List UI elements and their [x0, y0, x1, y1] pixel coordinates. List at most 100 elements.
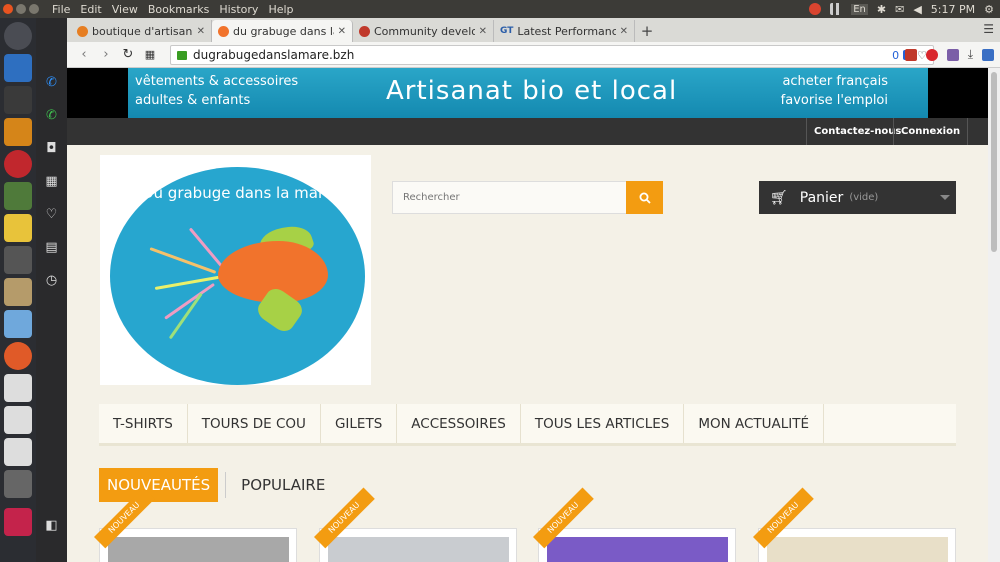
network-icon[interactable]: [830, 3, 843, 15]
files-icon[interactable]: [4, 278, 32, 306]
menu-help[interactable]: Help: [268, 3, 293, 16]
ubuntu-dash-icon[interactable]: [4, 22, 32, 50]
product-card[interactable]: NOUVEAU: [94, 487, 297, 562]
calculator-icon[interactable]: [4, 246, 32, 274]
banner-title: Artisanat bio et local: [386, 76, 678, 106]
sublime-text-icon[interactable]: [4, 118, 32, 146]
scrollbar-thumb[interactable]: [991, 72, 997, 252]
tab-populaire[interactable]: POPULAIRE: [233, 468, 333, 502]
site-favicon-icon: [77, 25, 88, 37]
minimize-window-icon[interactable]: [16, 4, 26, 14]
whatsapp-icon[interactable]: ✆: [36, 99, 67, 132]
menu-file[interactable]: File: [52, 3, 70, 16]
menu-view[interactable]: View: [112, 3, 138, 16]
camera-icon[interactable]: ◘: [36, 132, 67, 165]
reload-icon[interactable]: ↻: [117, 47, 139, 62]
menu-tous-les-articles[interactable]: TOUS LES ARTICLES: [521, 404, 685, 443]
logo-decoration: [164, 282, 216, 320]
power-gear-icon[interactable]: ⚙: [984, 3, 994, 16]
shop-logo[interactable]: Du grabuge dans la mare: [100, 155, 371, 385]
close-tab-icon[interactable]: ✕: [620, 26, 628, 37]
lock-icon: [177, 50, 187, 60]
forward-icon[interactable]: ›: [95, 47, 117, 62]
menu-history[interactable]: History: [219, 3, 258, 16]
extension-icon[interactable]: [946, 48, 959, 61]
tab-nouveautes[interactable]: NOUVEAUTÉS: [99, 468, 219, 502]
phone-icon[interactable]: [4, 470, 32, 498]
url-text[interactable]: dugrabugedanslamare.bzh: [193, 48, 892, 62]
pidgin-icon[interactable]: [4, 214, 32, 242]
header-banner[interactable]: vêtements & accessoires adultes & enfant…: [67, 68, 988, 118]
tab-title: du grabuge dans la m: [233, 24, 334, 38]
page-scrollbar[interactable]: [988, 68, 1000, 562]
document-icon[interactable]: [4, 438, 32, 466]
system-monitor-icon[interactable]: [4, 182, 32, 210]
maximize-window-icon[interactable]: [29, 4, 39, 14]
history-clock-icon[interactable]: ◷: [36, 264, 67, 297]
product-card[interactable]: NOUVEAU: [533, 487, 736, 562]
sidebar-toggle-icon[interactable]: ◧: [36, 509, 67, 542]
menu-edit[interactable]: Edit: [80, 3, 101, 16]
product-card[interactable]: NOUVEAU: [314, 487, 517, 562]
menu-mon-actualite[interactable]: MON ACTUALITÉ: [684, 404, 825, 443]
adblock-plus-icon[interactable]: [925, 48, 938, 61]
launcher: [0, 18, 36, 562]
keyboard-layout-indicator[interactable]: En: [851, 3, 868, 15]
new-tab-button[interactable]: +: [635, 20, 659, 42]
search-icon: [639, 192, 651, 204]
bluetooth-icon[interactable]: ✱: [877, 3, 886, 16]
document-icon[interactable]: [4, 406, 32, 434]
product-image[interactable]: [547, 537, 728, 562]
cart-button[interactable]: 🛒︎ Panier (vide): [759, 181, 956, 214]
close-tab-icon[interactable]: ✕: [479, 26, 487, 37]
tab-performance[interactable]: GT Latest Performance ✕: [494, 20, 635, 42]
tab-community[interactable]: Community develop ✕: [353, 20, 494, 42]
tab-boutique[interactable]: boutique d'artisane ✕: [71, 20, 212, 42]
product-image[interactable]: [108, 537, 289, 562]
mail-icon[interactable]: ✉: [895, 3, 904, 16]
menu-gilets[interactable]: GILETS: [321, 404, 398, 443]
search-button[interactable]: [626, 181, 663, 214]
thunderbird-icon[interactable]: [4, 54, 32, 82]
search-box: [392, 181, 663, 214]
tab-grabuge[interactable]: du grabuge dans la m ✕: [212, 20, 353, 42]
terminal-icon[interactable]: [4, 86, 32, 114]
menu-tshirts[interactable]: T-SHIRTS: [99, 404, 188, 443]
cart-status: (vide): [849, 192, 879, 203]
back-icon[interactable]: ‹: [73, 47, 95, 62]
clock[interactable]: 5:17 PM: [931, 3, 975, 16]
product-image[interactable]: [328, 537, 509, 562]
opera-icon[interactable]: [4, 150, 32, 178]
speed-dial-icon[interactable]: ▦: [139, 48, 161, 61]
heart-icon[interactable]: ♡: [36, 198, 67, 231]
messenger-icon[interactable]: ✆: [36, 66, 67, 99]
close-tab-icon[interactable]: ✕: [338, 26, 346, 37]
address-bar[interactable]: dugrabugedanslamare.bzh 0 ♡: [170, 45, 934, 65]
news-icon[interactable]: ▤: [36, 231, 67, 264]
pocket-icon[interactable]: [904, 48, 917, 61]
close-tab-icon[interactable]: ✕: [197, 26, 205, 37]
close-window-icon[interactable]: [3, 4, 13, 14]
tab-title: Latest Performance: [517, 24, 616, 38]
apps-grid-icon[interactable]: ▦: [36, 165, 67, 198]
product-card[interactable]: NOUVEAU: [753, 487, 956, 562]
menu-accessoires[interactable]: ACCESSOIRES: [397, 404, 521, 443]
fish-favicon-icon: [218, 25, 229, 37]
tab-menu-icon[interactable]: ☰: [983, 22, 994, 36]
volume-icon[interactable]: ◀: [913, 3, 921, 16]
menu-bookmarks[interactable]: Bookmarks: [148, 3, 209, 16]
login-link[interactable]: Connexion: [893, 118, 969, 145]
virtualbox-icon[interactable]: [4, 310, 32, 338]
document-icon[interactable]: [4, 374, 32, 402]
logo-decoration: [168, 292, 203, 340]
menu-tours-de-cou[interactable]: TOURS DE COU: [188, 404, 321, 443]
trash-icon[interactable]: [4, 508, 32, 536]
download-icon[interactable]: ⤓: [968, 47, 973, 62]
search-input[interactable]: [393, 182, 629, 213]
tab-divider: [225, 472, 227, 498]
product-image[interactable]: [767, 537, 948, 562]
firefox-icon[interactable]: [4, 342, 32, 370]
update-icon[interactable]: [809, 3, 822, 15]
extension-icon[interactable]: [982, 48, 994, 61]
banner-left-line2: adultes & enfants: [135, 93, 251, 108]
